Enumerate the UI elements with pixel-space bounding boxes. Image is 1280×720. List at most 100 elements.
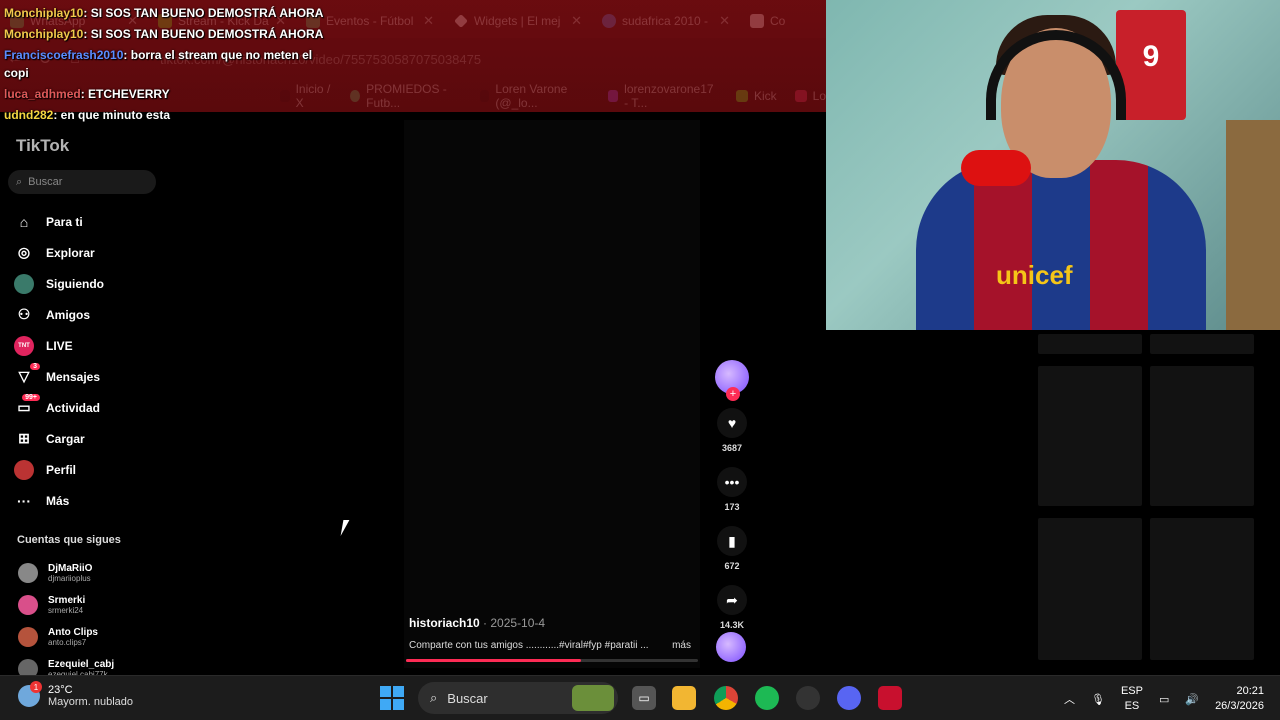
clock[interactable]: 20:21 26/3/2026 [1215,684,1264,714]
weather-temp: 23°C [48,684,73,696]
instagram-icon [794,90,807,102]
avatar [18,563,38,583]
chat-username: luca_adhmed [4,87,81,101]
close-icon[interactable]: ✕ [719,13,730,29]
sidebar-item-siguiendo[interactable]: Siguiendo [14,268,154,299]
sidebar-item-actividad[interactable]: ▭ 99+ Actividad [14,392,154,423]
upload-icon: ⊞ [18,430,30,446]
video-date: · 2025-10-4 [479,616,546,630]
stream-chat: Monchiplay10: SI SOS TAN BUENO DEMOSTRÁ … [4,4,324,127]
hanging-jersey: 9 [1116,10,1186,120]
video-progress-bar[interactable] [406,659,698,662]
following-name: DjMaRiiO [48,563,93,574]
home-icon: ⌂ [19,213,29,230]
bookmark-tiktok[interactable]: Loren Varone (@_lo... [479,82,591,110]
tab-wikipedia[interactable]: Co [740,6,826,36]
save-button[interactable]: ▮ 672 [717,526,747,571]
lang-top: ESP [1120,685,1143,697]
music-disc[interactable] [716,632,746,662]
follow-plus-icon[interactable]: + [726,387,740,401]
tab-widgets[interactable]: Widgets | El mej ✕ [444,6,592,36]
bookmark-promiedos[interactable]: PROMIEDOS - Futb... [350,82,461,110]
sidebar-item-mensajes[interactable]: ▽ 3 Mensajes [14,361,154,392]
chat-username: Monchiplay10 [4,6,84,20]
chat-message: udnd282: en que minuto esta [4,106,324,124]
avatar [18,627,38,647]
grid-cell [1038,366,1142,506]
chat-text: : en que minuto esta [53,108,171,122]
following-handle: djmariioplus [48,574,91,583]
more-link[interactable]: más [672,640,691,651]
bookmark-label: Lo [812,89,826,103]
tiktok-logo[interactable]: TikTok [16,136,69,156]
sidebar-item-label: LIVE [46,338,73,353]
diamond-icon [454,14,468,28]
grid-cell [1038,334,1142,354]
chat-message: Monchiplay10: SI SOS TAN BUENO DEMOSTRÁ … [4,25,324,43]
sidebar-item-label: Mensajes [46,369,101,384]
search-input[interactable]: ⌕ Buscar [8,170,156,194]
discord-icon[interactable] [837,686,861,710]
file-explorer-icon[interactable] [672,686,696,710]
following-name: Ezequiel_cabj [48,659,115,670]
webcam-feed: 9 unicef [826,0,1280,330]
sidebar-item-live[interactable]: TNT LIVE [14,330,154,361]
close-icon[interactable]: ✕ [571,13,582,29]
weather-widget[interactable]: 1 23°C Mayorm. nublado [18,681,133,708]
chevron-up-icon[interactable]: ︿ [1064,691,1075,707]
bookmark-kick[interactable]: Kick [735,89,777,103]
sidebar-item-mas[interactable]: ··· Más [14,485,154,516]
video-actions: + ♥ 3687 ••• 173 ▮ 672 ➦ 14.3K [714,360,750,630]
sidebar-item-perfil[interactable]: Perfil [14,454,154,485]
like-button[interactable]: ♥ 3687 [717,408,747,453]
chat-username: Monchiplay10 [4,27,84,41]
cloud-icon: 1 [18,681,42,707]
following-item[interactable]: DjMaRiiO djmariioplus [18,557,158,589]
following-list: DjMaRiiO djmariioplus Srmerki srmerki24 An… [18,557,158,685]
task-view-icon[interactable]: ▭ [632,686,656,710]
sidebar-item-amigos[interactable]: ⚇ Amigos [14,299,154,330]
notification-badge: 99+ [22,393,40,401]
bookmark-icon: ▮ [717,526,747,556]
tiktok-icon [479,90,490,102]
spotify-icon[interactable] [755,686,779,710]
redbull-icon[interactable] [878,686,902,710]
start-button[interactable] [380,686,404,710]
bookmark-label: Kick [753,89,777,103]
video-player[interactable] [404,120,700,668]
search-icon: ⌕ [16,175,23,188]
grid-cell [1150,366,1254,506]
sidebar-item-explorar[interactable]: ◎ Explorar [14,237,154,268]
following-item[interactable]: Srmerki srmerki24 [18,589,158,621]
close-icon[interactable]: ✕ [423,13,434,29]
activity-icon: ▭ 99+ [14,393,40,418]
volume-icon[interactable]: 🔊 [1185,693,1199,706]
bookmark-label: Loren Varone (@_lo... [495,82,568,110]
microphone-icon[interactable]: 🎙 [1091,693,1105,706]
chat-username: udnd282 [4,108,54,122]
language-indicator[interactable]: ESP ES [1121,684,1143,714]
tab-google[interactable]: sudafrica 2010 - ✕ [592,6,740,36]
kick-icon [735,90,748,102]
sidebar-item-para-ti[interactable]: ⌂ Para ti [14,206,154,237]
bookmark-instagram[interactable]: Lo [794,89,826,103]
comment-button[interactable]: ••• 173 [717,467,747,512]
more-icon: ··· [17,492,31,509]
chrome-icon[interactable] [714,686,738,710]
tab-label: Widgets | El mej [474,14,561,28]
share-button[interactable]: ➦ 14.3K [717,585,747,630]
author-name[interactable]: historiach10 [409,616,480,630]
weather-badge: 1 [30,681,42,693]
video-author[interactable]: historiach10 · 2025-10-4 [409,616,545,630]
following-item[interactable]: Anto Clips anto.clips7 [18,621,158,653]
taskbar-search[interactable]: ⌕ Buscar [418,682,618,714]
network-icon[interactable]: ▭ [1159,693,1169,706]
sidebar-item-cargar[interactable]: ⊞ Cargar [14,423,154,454]
creator-avatar[interactable]: + [715,360,749,401]
streamer-body [916,160,1206,330]
heart-icon: ♥ [717,408,747,438]
obs-icon[interactable] [796,686,820,710]
google-icon [602,14,616,28]
tab-label: sudafrica 2010 - [622,14,709,28]
bookmark-twitch[interactable]: lorenzovarone17 - T... [608,82,718,110]
